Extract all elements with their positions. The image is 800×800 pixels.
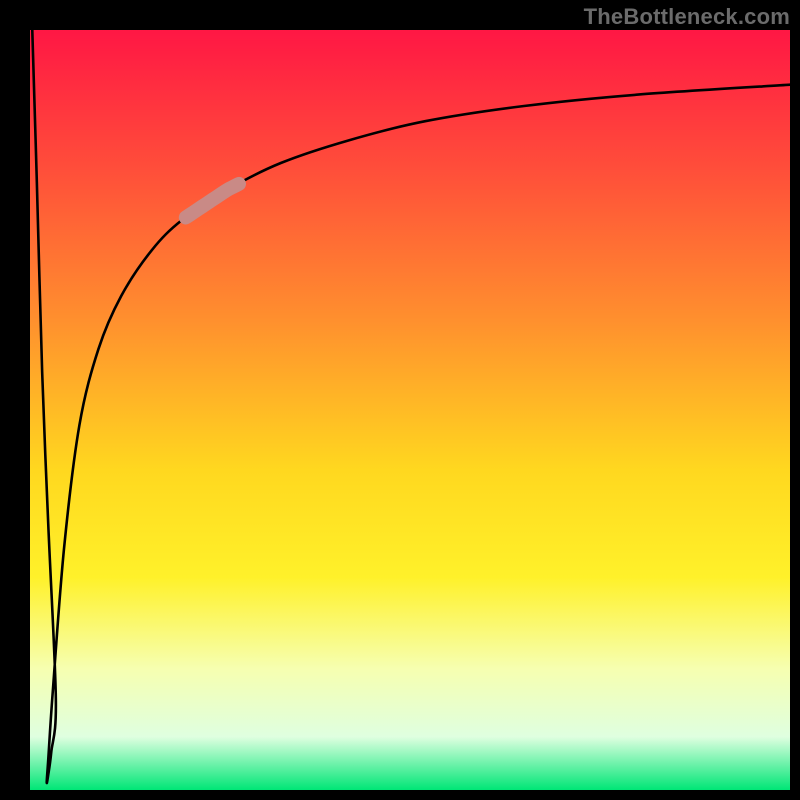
- watermark-label: TheBottleneck.com: [584, 4, 790, 30]
- chart-frame: TheBottleneck.com: [0, 0, 800, 800]
- gradient-background: [30, 30, 790, 790]
- bottleneck-chart: [30, 30, 790, 790]
- plot-area: [30, 30, 790, 790]
